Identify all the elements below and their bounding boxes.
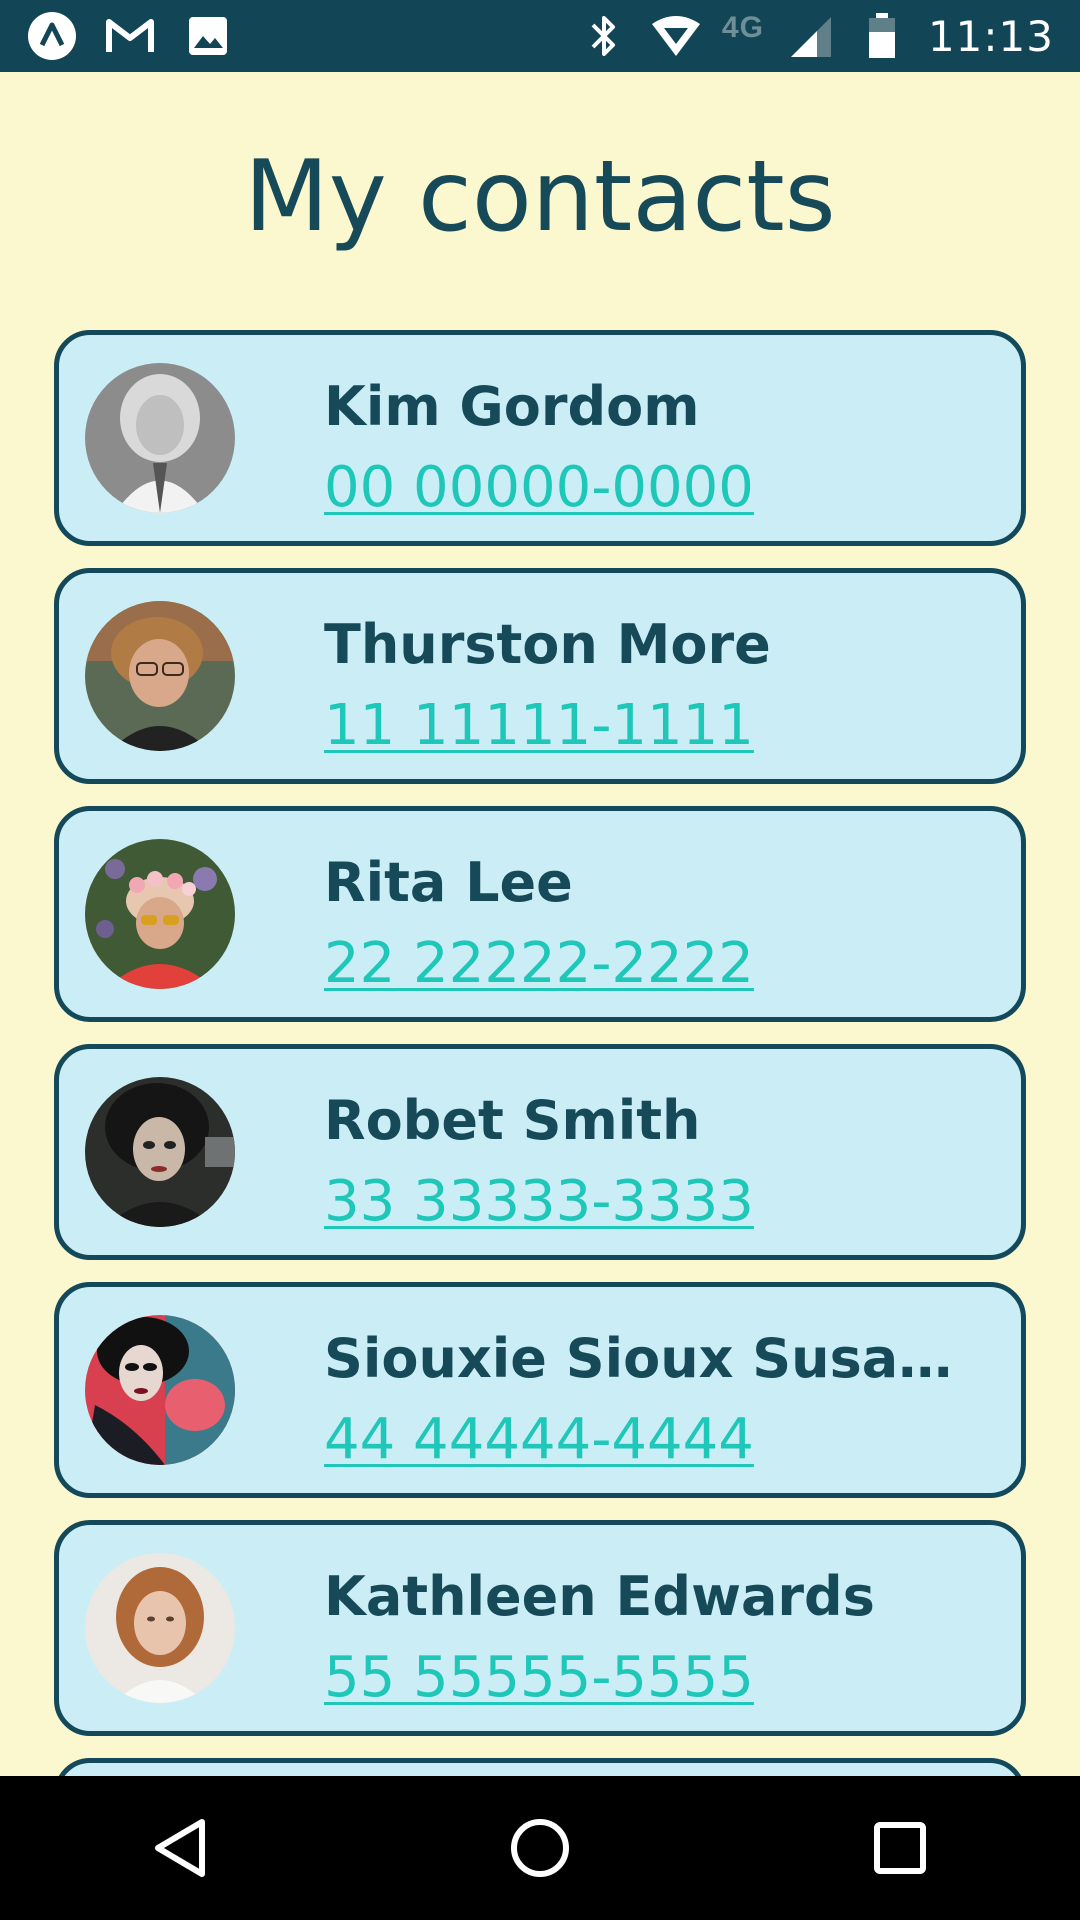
cell-signal-icon	[784, 10, 836, 62]
contact-avatar	[85, 839, 235, 989]
recents-icon[interactable]	[840, 1788, 960, 1908]
status-left-icons	[26, 10, 234, 62]
contact-avatar	[85, 1077, 235, 1227]
gmail-icon	[104, 10, 156, 62]
network-type-label: 4G	[721, 11, 764, 44]
contact-avatar	[85, 1553, 235, 1703]
contact-avatar	[85, 363, 235, 513]
contact-name: Robet Smith	[324, 1089, 701, 1152]
contact-card[interactable]: Siouxie Sioux Susan Janet Ballion 44 444…	[54, 1282, 1026, 1498]
contact-phone-link[interactable]: 55 55555-5555	[324, 1645, 754, 1710]
app-launcher-icon	[26, 10, 78, 62]
contact-card[interactable]: Robet Smith 33 33333-3333	[54, 1044, 1026, 1260]
page-title: My contacts	[244, 140, 836, 254]
navigation-bar	[0, 1776, 1080, 1920]
back-icon[interactable]	[120, 1788, 240, 1908]
contact-avatar	[85, 1315, 235, 1465]
battery-icon	[856, 10, 908, 62]
home-icon[interactable]	[480, 1788, 600, 1908]
bluetooth-icon	[578, 10, 630, 62]
contact-phone-link[interactable]: 22 22222-2222	[324, 931, 754, 996]
contact-card[interactable]: Kim Gordom 00 00000-0000	[54, 330, 1026, 546]
contact-card[interactable]: Kathleen Edwards 55 55555-5555	[54, 1520, 1026, 1736]
status-bar: 4G 11:13	[0, 0, 1080, 72]
contact-avatar	[85, 601, 235, 751]
wifi-icon	[650, 10, 702, 62]
contact-phone-link[interactable]: 44 44444-4444	[324, 1407, 754, 1472]
contact-name: Kathleen Edwards	[324, 1565, 875, 1628]
contact-phone-link[interactable]: 33 33333-3333	[324, 1169, 754, 1234]
gallery-icon	[182, 10, 234, 62]
status-right-icons: 4G 11:13	[578, 10, 1054, 62]
contact-name: Kim Gordom	[324, 375, 700, 438]
contact-card[interactable]: Thurston More 11 11111-1111	[54, 568, 1026, 784]
contact-name: Siouxie Sioux Susan Janet Ballion	[324, 1327, 984, 1390]
contact-name: Rita Lee	[324, 851, 573, 914]
contact-phone-link[interactable]: 11 11111-1111	[324, 693, 754, 758]
contact-list[interactable]: Kim Gordom 00 00000-0000 Thurston More 1…	[54, 330, 1026, 1776]
contact-name: Thurston More	[324, 613, 771, 676]
status-time: 11:13	[927, 11, 1054, 61]
contact-card-partial[interactable]	[54, 1758, 1026, 1776]
contact-card[interactable]: Rita Lee 22 22222-2222	[54, 806, 1026, 1022]
contact-phone-link[interactable]: 00 00000-0000	[324, 455, 754, 520]
